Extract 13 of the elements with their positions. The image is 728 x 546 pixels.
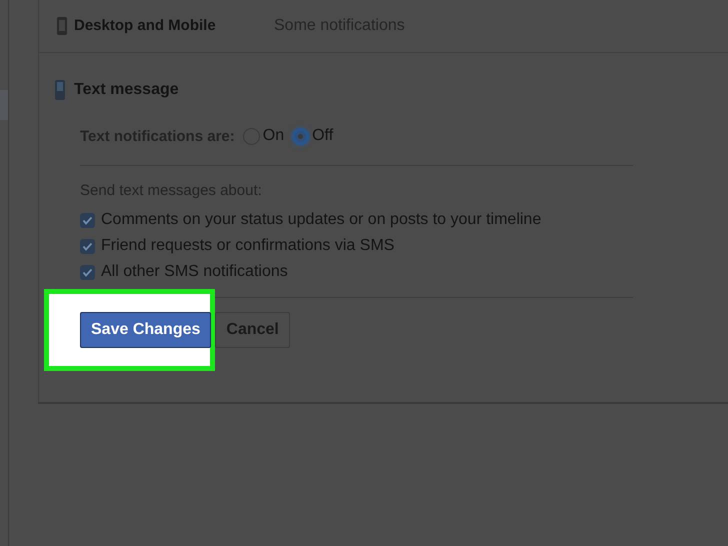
checkbox[interactable]: [80, 264, 95, 280]
checkbox-label[interactable]: Friend requests or confirmations via SMS: [101, 237, 394, 255]
radio-label[interactable]: On: [262, 127, 284, 145]
phone-icon: [56, 16, 68, 36]
checkbox[interactable]: [80, 238, 95, 254]
row-label: Desktop and Mobile: [74, 17, 217, 34]
section-title: Text message: [74, 81, 179, 99]
checkbox-label[interactable]: All other SMS notifications: [101, 263, 288, 281]
phone-icon: [54, 79, 66, 101]
save-button[interactable]: Save Changes: [80, 312, 212, 348]
radio-button[interactable]: [292, 128, 310, 144]
checkbox[interactable]: [80, 212, 95, 228]
radio-label[interactable]: Off: [312, 127, 334, 145]
